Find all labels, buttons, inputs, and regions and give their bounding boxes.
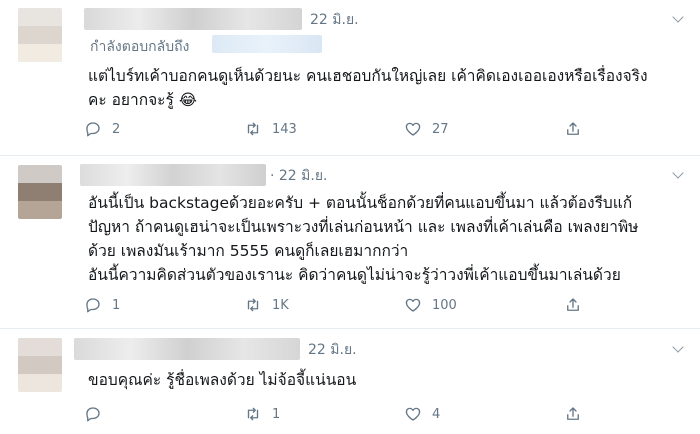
- tweet-text-line: ด้วย เพลงมันเร้ามาก 5555 คนดูก็เลยเฮมากก…: [88, 242, 409, 260]
- tweet-2[interactable]: · 22 มิ.ย. อันนี้เป็น backstageด้วยอะครั…: [0, 157, 700, 329]
- retweet-icon: [247, 122, 259, 136]
- avatar[interactable]: [18, 8, 62, 62]
- like-button[interactable]: 27: [404, 119, 449, 139]
- tweet-actions: 1 4: [84, 404, 594, 424]
- tweet-text-line: คะ อยากจะรู้ 😂: [88, 91, 197, 109]
- replying-to-user-redacted[interactable]: [212, 35, 322, 53]
- reply-count: 1: [112, 297, 121, 313]
- share-button[interactable]: [564, 404, 582, 424]
- user-name-redacted[interactable]: [74, 338, 300, 360]
- reply-icon: [86, 407, 100, 422]
- like-count: 4: [432, 406, 441, 422]
- like-icon: [405, 407, 421, 421]
- tweet-text-line: ปัญหา ถ้าคนดูเฮน่าจะเป็นเพราะวงที่เล่นก่…: [88, 218, 639, 236]
- tweet-date[interactable]: 22 มิ.ย.: [310, 9, 359, 31]
- share-icon: [567, 407, 579, 420]
- caret-down-icon[interactable]: [672, 13, 686, 27]
- like-icon: [405, 122, 421, 136]
- reply-button[interactable]: [84, 404, 112, 424]
- like-button[interactable]: 4: [404, 404, 440, 424]
- tweet-3[interactable]: 22 มิ.ย. ขอบคุณค่ะ รู้ชื่อเพลงด้วย ไม่จ้…: [0, 330, 700, 434]
- reply-icon: [86, 122, 100, 137]
- avatar[interactable]: [18, 338, 62, 392]
- retweet-count: 1: [272, 406, 281, 422]
- tweet-text: อันนี้เป็น backstageด้วยอะครับ + ตอนนั้น…: [88, 191, 638, 287]
- tweet-text-line: อันนี้ความคิดส่วนตัวของเรานะ คิดว่าคนดูไ…: [88, 266, 621, 284]
- reply-count: 2: [112, 121, 121, 137]
- like-count: 100: [432, 297, 457, 313]
- reply-button[interactable]: 2: [84, 119, 120, 139]
- share-icon: [567, 298, 579, 311]
- like-count: 27: [432, 121, 449, 137]
- retweet-button[interactable]: 1K: [244, 295, 289, 315]
- caret-down-icon[interactable]: [672, 169, 686, 183]
- reply-button[interactable]: 1: [84, 295, 120, 315]
- retweet-icon: [247, 298, 259, 312]
- retweet-icon: [247, 407, 259, 421]
- retweet-count: 1K: [272, 297, 289, 313]
- tweet-text: ขอบคุณค่ะ รู้ชื่อเพลงด้วย ไม่จ้อจี้แน่นอ…: [88, 368, 356, 392]
- retweet-button[interactable]: 143: [244, 119, 297, 139]
- tweet-date[interactable]: · 22 มิ.ย.: [270, 165, 328, 187]
- tweet-text-line: แต่ไบร์ทเค้าบอกคนดูเห็นด้วยนะ คนเฮชอบกัน…: [88, 67, 648, 85]
- caret-down-icon[interactable]: [672, 343, 686, 357]
- share-button[interactable]: [564, 119, 582, 139]
- tweet-date[interactable]: 22 มิ.ย.: [308, 339, 357, 361]
- avatar[interactable]: [18, 165, 62, 219]
- share-icon: [567, 122, 579, 135]
- share-button[interactable]: [564, 295, 582, 315]
- tweet-text-line: อันนี้เป็น backstageด้วยอะครับ + ตอนนั้น…: [88, 194, 633, 212]
- tweet-actions: 2 143 27: [84, 119, 594, 139]
- user-name-redacted[interactable]: [84, 8, 302, 30]
- tweet-text-line: ขอบคุณค่ะ รู้ชื่อเพลงด้วย ไม่จ้อจี้แน่นอ…: [88, 371, 357, 389]
- tweet-actions: 1 1K 100: [84, 295, 594, 315]
- retweet-button[interactable]: 1: [244, 404, 280, 424]
- reply-icon: [86, 298, 100, 313]
- user-name-redacted[interactable]: [80, 164, 266, 186]
- tweet-text: แต่ไบร์ทเค้าบอกคนดูเห็นด้วยนะ คนเฮชอบกัน…: [88, 64, 648, 112]
- like-icon: [405, 298, 421, 312]
- like-button[interactable]: 100: [404, 295, 457, 315]
- replying-to-label: กำลังตอบกลับถึง: [90, 39, 190, 55]
- tweet-1[interactable]: 22 มิ.ย. กำลังตอบกลับถึง แต่ไบร์ทเค้าบอก…: [0, 0, 700, 156]
- retweet-count: 143: [272, 121, 297, 137]
